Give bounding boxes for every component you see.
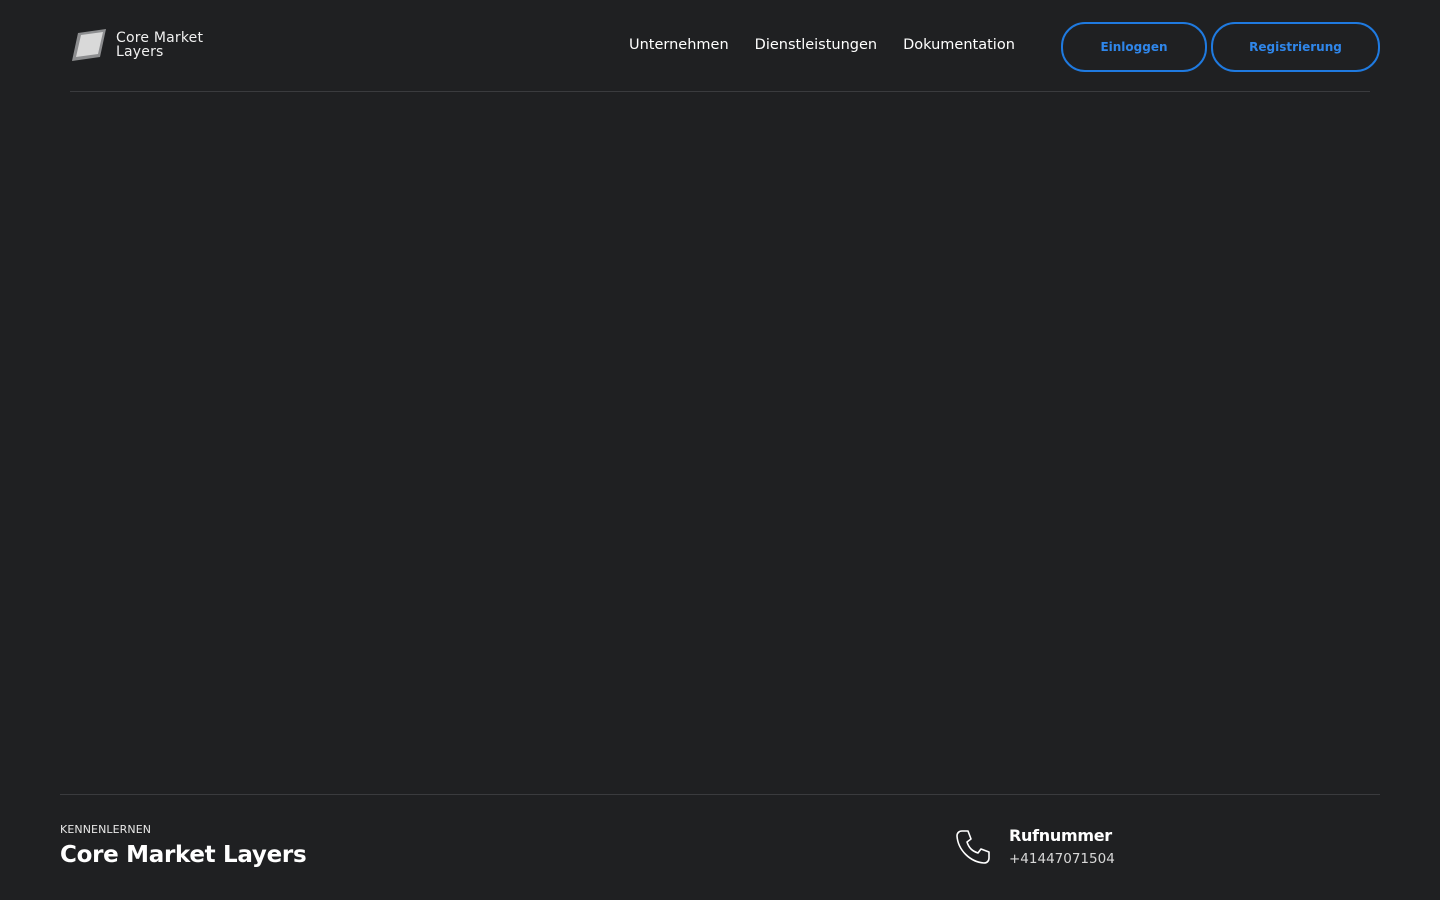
footer-divider bbox=[60, 794, 1380, 795]
login-button[interactable]: Einloggen bbox=[1061, 22, 1207, 72]
contact-phone-number[interactable]: +41447071504 bbox=[1009, 850, 1115, 868]
register-button[interactable]: Registrierung bbox=[1211, 22, 1380, 72]
contact-text: Rufnummer +41447071504 bbox=[1009, 826, 1115, 868]
nav-item-dokumentation[interactable]: Dokumentation bbox=[903, 35, 1015, 55]
contact-phone[interactable]: Rufnummer +41447071504 bbox=[953, 826, 1115, 868]
main-nav: Unternehmen Dienstleistungen Dokumentati… bbox=[629, 35, 1015, 55]
footer-title: Core Market Layers bbox=[60, 842, 307, 868]
logo-line-1: Core Market bbox=[116, 30, 204, 46]
nav-item-unternehmen[interactable]: Unternehmen bbox=[629, 35, 729, 55]
footer-kicker: KENNENLERNEN bbox=[60, 823, 152, 836]
logo-line-2: Layers bbox=[116, 44, 164, 60]
site-header: Core Market Layers Unternehmen Dienstlei… bbox=[70, 0, 1380, 92]
logo-text: Core Market Layers bbox=[116, 31, 203, 59]
page: Core Market Layers Unternehmen Dienstlei… bbox=[0, 0, 1440, 900]
nav-item-dienstleistungen[interactable]: Dienstleistungen bbox=[755, 35, 877, 55]
phone-icon bbox=[956, 830, 990, 864]
logo-icon bbox=[72, 29, 106, 61]
contact-label: Rufnummer bbox=[1009, 826, 1112, 845]
logo-link[interactable]: Core Market Layers bbox=[70, 27, 203, 63]
